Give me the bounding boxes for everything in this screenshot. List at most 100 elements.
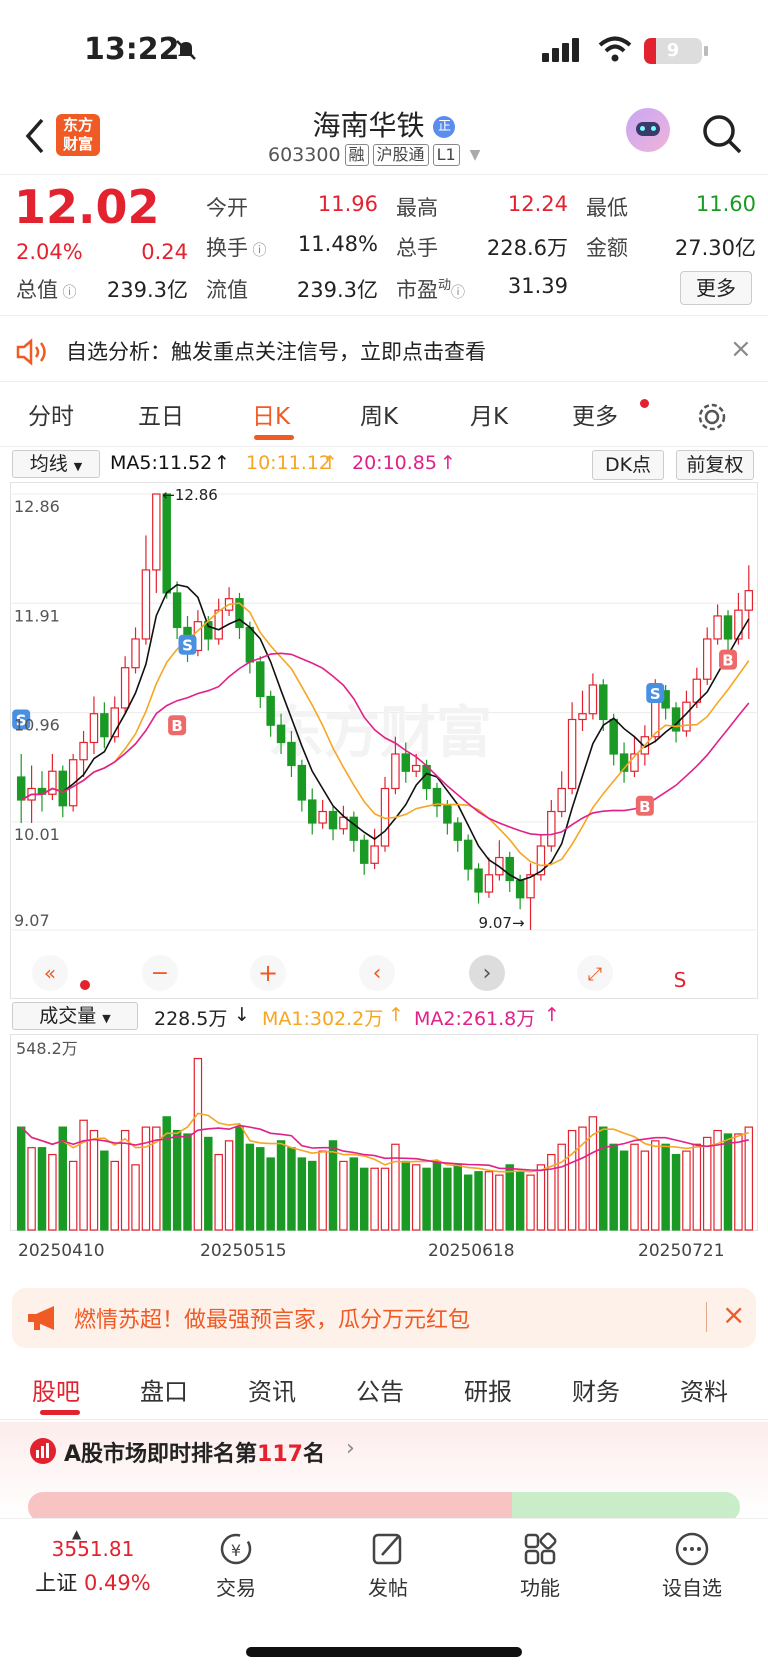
signal-notice[interactable]: 自选分析：触发重点关注信号，立即点击查看 × — [0, 322, 768, 382]
marker-label: B — [639, 798, 650, 816]
function-button[interactable]: 功能 — [490, 1531, 590, 1601]
volume-bar — [536, 1164, 546, 1231]
rewind-icon[interactable]: « — [44, 961, 56, 985]
marker-label: B — [722, 652, 733, 670]
index-ticker[interactable]: ▲ 3551.81 上证 0.49% — [18, 1527, 168, 1597]
candle — [79, 741, 88, 761]
tab-news[interactable]: 资讯 — [248, 1372, 296, 1407]
candle — [515, 879, 525, 899]
tab-daily-k[interactable]: 日K — [252, 397, 290, 431]
prev-icon[interactable]: ‹ — [373, 961, 382, 986]
candle — [359, 839, 369, 864]
tab-guba[interactable]: 股吧 — [32, 1372, 80, 1407]
verified-badge: 正 — [433, 116, 456, 138]
candle — [453, 822, 462, 841]
tab-profile[interactable]: 资料 — [680, 1372, 728, 1407]
close-icon[interactable]: × — [722, 1298, 745, 1331]
info-icon[interactable]: ⓘ — [451, 285, 465, 301]
volume-bar — [37, 1147, 47, 1231]
float-value: 239.3亿 — [296, 278, 378, 302]
volume-bar — [640, 1150, 650, 1231]
pe-value: 31.39 — [507, 274, 568, 298]
tab-monthly-k[interactable]: 月K — [470, 397, 508, 431]
volume-bar — [463, 1174, 473, 1231]
tab-weekly-k[interactable]: 周K — [360, 397, 398, 431]
info-icon[interactable]: ⓘ — [58, 285, 76, 301]
amount-label: 金额 — [586, 236, 628, 260]
volume-bar — [224, 1140, 234, 1231]
candle — [152, 493, 161, 571]
high-label: 最高 — [396, 196, 438, 220]
fullscreen-icon[interactable]: ⤢ — [588, 964, 603, 985]
volume-bar — [505, 1164, 514, 1231]
adjust-button[interactable]: 前复权 — [676, 450, 754, 480]
volume-select[interactable]: 成交量 ▼ — [12, 1002, 138, 1030]
banner-text: 燃情苏超！做最强预言家，瓜分万元红包 — [74, 1308, 471, 1333]
info-tabs: 股吧 盘口 资讯 公告 研报 财务 资料 — [0, 1358, 768, 1420]
candle — [131, 638, 140, 669]
candle — [276, 724, 286, 744]
market-ranking-card[interactable]: A股市场即时排名第117名 › — [0, 1422, 768, 1522]
close-icon[interactable]: × — [730, 334, 752, 364]
volume-bar — [68, 1160, 78, 1231]
volume-bar — [453, 1164, 462, 1231]
add-watchlist-button[interactable]: 设自选 — [642, 1531, 742, 1601]
search-icon[interactable] — [700, 112, 744, 156]
zoom-out-icon[interactable]: − — [151, 961, 169, 986]
info-icon[interactable]: ⓘ — [248, 243, 266, 259]
stock-code-row[interactable]: 603300 融 沪股通 L1 ▼ — [268, 144, 480, 166]
volume-bar — [702, 1136, 712, 1231]
volume-bar — [619, 1150, 629, 1231]
wifi-icon — [598, 36, 632, 62]
settings-gear-icon[interactable] — [696, 401, 728, 433]
tab-minute[interactable]: 分时 — [28, 397, 74, 431]
tab-announcements[interactable]: 公告 — [356, 1372, 404, 1407]
volume-bar — [27, 1147, 36, 1231]
robot-avatar-icon[interactable] — [626, 108, 670, 152]
volume-bar — [276, 1140, 286, 1231]
tab-finance[interactable]: 财务 — [572, 1372, 620, 1407]
candle — [484, 874, 494, 893]
ma-select[interactable]: 均线 ▼ — [12, 450, 100, 478]
marker-label: S — [650, 685, 661, 703]
more-button[interactable]: 更多 — [680, 271, 752, 305]
change-percent: 2.04% — [16, 240, 83, 264]
volume-bar — [682, 1150, 691, 1231]
svg-text:¥: ¥ — [231, 1541, 241, 1560]
next-icon[interactable]: › — [483, 961, 492, 986]
candle — [713, 615, 722, 640]
candlestick-chart[interactable]: 东方财富 SSBSBB 12.8611.9110.9610.019.07 ←12… — [10, 482, 758, 1000]
trade-button[interactable]: ¥ 交易 — [186, 1531, 286, 1601]
volume-chart[interactable]: 548.2万 20250410 20250515 20250618 20250721 — [10, 1034, 758, 1276]
candle — [671, 707, 681, 732]
change-amount: 0.24 — [141, 240, 188, 264]
tab-research[interactable]: 研报 — [464, 1372, 512, 1407]
battery-icon: 9 — [644, 38, 702, 64]
tab-five-day[interactable]: 五日 — [138, 397, 184, 431]
volume-bar — [609, 1143, 618, 1231]
volume-bar — [183, 1133, 192, 1231]
y-tick-label: 10.01 — [14, 825, 60, 844]
grid-icon — [524, 1532, 557, 1565]
index-value: 3551.81 — [51, 1537, 135, 1561]
tab-orderbook[interactable]: 盘口 — [140, 1372, 188, 1407]
volume-value: 228.5万 — [154, 1008, 228, 1030]
volume-max-label: 548.2万 — [16, 1039, 78, 1058]
low-value: 11.60 — [695, 192, 756, 216]
megaphone-icon — [28, 1306, 54, 1330]
zoom-in-icon[interactable]: + — [258, 959, 278, 987]
volume-bar — [245, 1143, 255, 1231]
tab-more[interactable]: 更多 — [572, 397, 618, 431]
candle — [557, 787, 566, 813]
volume-arrow-icon: ↓ — [234, 1004, 250, 1026]
float-label: 流值 — [206, 278, 248, 302]
volume-bar — [391, 1143, 400, 1231]
x-axis-date-label: 20250721 — [638, 1241, 725, 1261]
promo-banner[interactable]: 燃情苏超！做最强预言家，瓜分万元红包 × — [12, 1288, 756, 1348]
candle — [266, 695, 275, 726]
volume-bar — [630, 1143, 639, 1231]
post-button[interactable]: 发帖 — [338, 1531, 438, 1601]
new-dot — [640, 399, 649, 408]
dk-button[interactable]: DK点 — [592, 450, 664, 480]
candle — [370, 845, 379, 864]
